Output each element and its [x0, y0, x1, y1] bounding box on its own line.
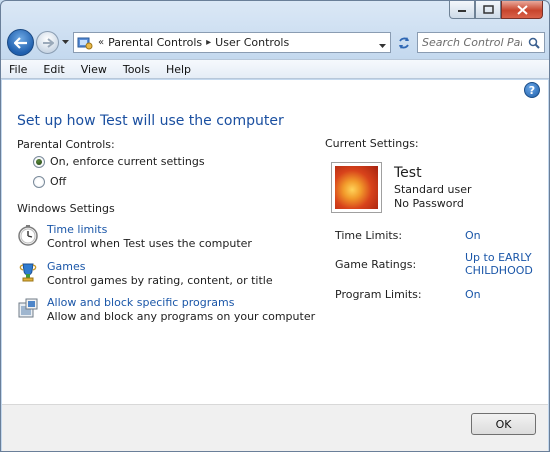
- radio-off-label: Off: [50, 175, 67, 188]
- search-box[interactable]: [417, 32, 545, 53]
- minimize-button[interactable]: [449, 1, 475, 19]
- game-ratings-setting-value[interactable]: Up to EARLY CHILDHOOD: [465, 251, 539, 277]
- close-icon: [516, 4, 528, 15]
- radio-off-button[interactable]: [33, 175, 45, 188]
- programs-description: Allow and block any programs on your com…: [47, 310, 316, 323]
- user-picture-flower: [335, 166, 378, 209]
- time-limits-setting-value[interactable]: On: [465, 229, 481, 242]
- program-limits-setting-label: Program Limits:: [335, 288, 422, 301]
- menu-bar: File Edit View Tools Help: [1, 59, 549, 79]
- games-trophy-icon: [19, 263, 37, 282]
- menu-file[interactable]: File: [9, 63, 27, 76]
- content-panel: ? Set up how Test will use the computer …: [2, 80, 548, 404]
- chevron-down-icon: [379, 44, 386, 48]
- maximize-icon: [482, 5, 494, 14]
- radio-on-enforce[interactable]: On, enforce current settings: [33, 155, 205, 168]
- search-input[interactable]: [422, 36, 522, 49]
- address-dropdown-button[interactable]: [379, 39, 386, 52]
- setting-programs: Allow and block specific programs Allow …: [17, 296, 315, 323]
- parental-controls-label: Parental Controls:: [17, 138, 115, 151]
- help-icon[interactable]: ?: [524, 82, 540, 98]
- user-account-type: Standard user: [394, 183, 472, 196]
- back-arrow-icon: [13, 36, 27, 49]
- breadcrumb-overflow-icon[interactable]: «: [98, 37, 104, 48]
- close-button[interactable]: [501, 1, 543, 19]
- games-description: Control games by rating, content, or tit…: [47, 274, 273, 287]
- game-ratings-setting-label: Game Ratings:: [335, 258, 417, 271]
- current-settings-label: Current Settings:: [325, 137, 419, 150]
- chevron-down-icon: [61, 39, 69, 44]
- forward-arrow-icon: [42, 37, 54, 48]
- menu-edit[interactable]: Edit: [43, 63, 64, 76]
- search-icon[interactable]: [528, 37, 540, 49]
- menu-view[interactable]: View: [81, 63, 107, 76]
- user-name: Test: [394, 165, 422, 181]
- time-limits-link[interactable]: Time limits: [47, 223, 252, 236]
- time-limits-setting-label: Time Limits:: [335, 229, 403, 242]
- clock-icon: [18, 225, 38, 246]
- games-link[interactable]: Games: [47, 260, 273, 273]
- user-password-status: No Password: [394, 197, 464, 210]
- breadcrumb-separator-icon[interactable]: ▸: [206, 37, 211, 48]
- control-panel-icon: [77, 37, 93, 49]
- radio-off[interactable]: Off: [33, 175, 66, 188]
- programs-icon: [18, 298, 38, 318]
- navigation-bar: « Parental Controls ▸ User Controls: [7, 29, 545, 57]
- time-limits-description: Control when Test uses the computer: [47, 237, 252, 250]
- maximize-button[interactable]: [475, 1, 501, 19]
- menu-help[interactable]: Help: [166, 63, 191, 76]
- user-avatar: [331, 162, 382, 213]
- address-bar[interactable]: « Parental Controls ▸ User Controls: [73, 32, 391, 53]
- ok-button[interactable]: OK: [471, 413, 536, 435]
- setting-games: Games Control games by rating, content, …: [17, 260, 273, 287]
- minimize-icon: [458, 9, 466, 12]
- dialog-footer: OK: [2, 404, 548, 451]
- window-caption-buttons: [449, 1, 543, 19]
- windows-settings-label: Windows Settings: [17, 202, 115, 215]
- program-limits-setting-value[interactable]: On: [465, 288, 481, 301]
- setting-time-limits: Time limits Control when Test uses the c…: [17, 223, 252, 250]
- forward-button[interactable]: [36, 31, 59, 54]
- recent-pages-button[interactable]: [61, 38, 69, 46]
- back-button[interactable]: [7, 29, 34, 56]
- breadcrumb-parental-controls[interactable]: Parental Controls: [108, 36, 202, 49]
- refresh-button[interactable]: [393, 32, 415, 53]
- refresh-icon: [399, 36, 409, 49]
- menu-tools[interactable]: Tools: [123, 63, 150, 76]
- page-title: Set up how Test will use the computer: [17, 113, 284, 129]
- breadcrumb-user-controls[interactable]: User Controls: [215, 36, 289, 49]
- programs-link[interactable]: Allow and block specific programs: [47, 296, 315, 309]
- radio-on-label: On, enforce current settings: [50, 155, 205, 168]
- control-panel-window: « Parental Controls ▸ User Controls File…: [0, 0, 550, 452]
- radio-on-button[interactable]: [33, 155, 45, 168]
